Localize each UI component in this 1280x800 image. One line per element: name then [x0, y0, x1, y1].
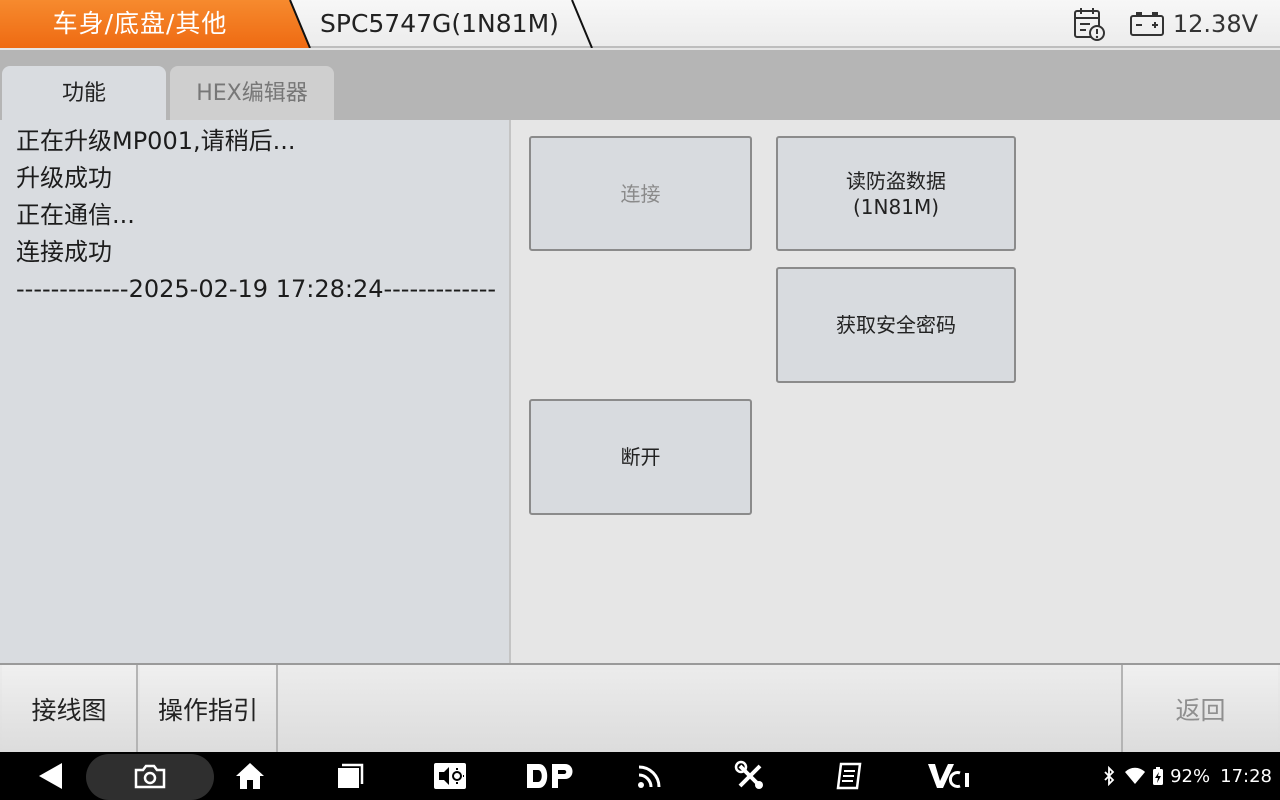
- battery-voltage: 12.38V: [1172, 10, 1258, 38]
- status-area: 92% 17:28: [1102, 752, 1272, 800]
- operation-guide-button[interactable]: 操作指引: [140, 665, 278, 752]
- screenshot-icon[interactable]: [130, 752, 170, 800]
- log-line: 连接成功: [16, 238, 112, 266]
- bluetooth-icon: [1104, 766, 1115, 786]
- wiring-diagram-button[interactable]: 接线图: [2, 665, 138, 752]
- title-bar: 车身/底盘/其他 SPC5747G(1N81M) 12.38V: [0, 0, 1280, 48]
- wifi-signal-icon[interactable]: [630, 752, 670, 800]
- battery-charging-icon: [1153, 767, 1164, 785]
- log-timestamp-line: -------------2025-02-19 17:28:24--------…: [16, 275, 497, 303]
- dp-icon[interactable]: [522, 752, 578, 800]
- calendar-clock-icon[interactable]: [1069, 4, 1109, 44]
- recent-apps-icon[interactable]: [330, 752, 370, 800]
- log-line: 正在升级MP001,请稍后...: [16, 127, 296, 155]
- tools-icon[interactable]: [730, 752, 770, 800]
- home-icon[interactable]: [230, 752, 270, 800]
- connect-button[interactable]: 连接: [529, 136, 752, 251]
- disconnect-button[interactable]: 断开: [529, 399, 752, 515]
- breadcrumb-module-label: SPC5747G(1N81M): [320, 9, 559, 38]
- breadcrumb-module[interactable]: SPC5747G(1N81M): [290, 0, 600, 48]
- disconnect-button-label: 断开: [620, 445, 661, 469]
- clock: 17:28: [1220, 765, 1272, 787]
- battery-percent: 92%: [1170, 765, 1211, 787]
- breadcrumb-category-label: 车身/底盘/其他: [52, 9, 228, 38]
- read-immo-data-sublabel: (1N81M): [853, 194, 939, 219]
- breadcrumb-category[interactable]: 车身/底盘/其他: [0, 0, 311, 48]
- read-immo-data-button[interactable]: 读防盗数据 (1N81M): [776, 136, 1016, 251]
- manual-icon[interactable]: [830, 752, 870, 800]
- back-icon[interactable]: [30, 752, 70, 800]
- back-button[interactable]: 返回: [1121, 665, 1278, 752]
- tab-bar: 功能 HEX编辑器: [0, 50, 1280, 120]
- vci-icon[interactable]: [922, 752, 978, 800]
- log-line: 正在通信...: [16, 201, 135, 229]
- function-panel: 连接 读防盗数据 (1N81M) 获取安全密码 断开: [513, 120, 1280, 663]
- tab-hex-editor[interactable]: HEX编辑器: [170, 66, 334, 120]
- wifi-status-icon: [1125, 767, 1146, 784]
- log-line: 升级成功: [16, 164, 112, 192]
- connect-button-label: 连接: [620, 181, 661, 206]
- system-nav-bar: 92% 17:28: [0, 752, 1280, 800]
- screen-brightness-icon[interactable]: [430, 752, 470, 800]
- read-immo-data-label: 读防盗数据: [846, 168, 946, 193]
- bottom-action-bar: 接线图 操作指引 返回: [0, 663, 1280, 752]
- log-panel: 正在升级MP001,请稍后... 升级成功 正在通信... 连接成功 -----…: [0, 120, 511, 663]
- tab-function[interactable]: 功能: [2, 66, 166, 120]
- get-security-code-button[interactable]: 获取安全密码: [776, 267, 1016, 383]
- car-battery-icon: [1127, 4, 1167, 44]
- get-security-code-label: 获取安全密码: [836, 313, 956, 337]
